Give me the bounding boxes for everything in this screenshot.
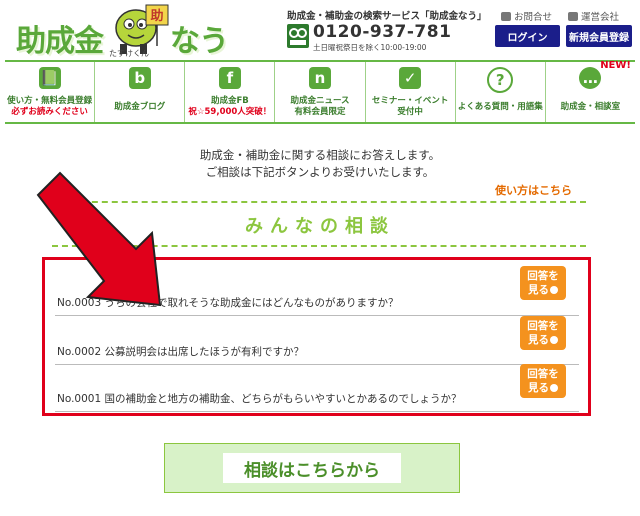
register-button[interactable]: 新規会員登録 xyxy=(566,25,632,47)
consultation-question: No.0002 公募説明会は出席したほうが有利ですか？ xyxy=(57,346,304,358)
book-icon: 📗 xyxy=(38,67,61,89)
nav-item-news[interactable]: n 助成金ニュース 有料会員限定 xyxy=(275,62,366,122)
consultation-question: No.0001 国の補助金と地方の補助金、どちらがもらいやすいとかあるのでしょう… xyxy=(57,393,462,405)
site-tagline: 助成金・補助金の検索サービス「助成金なう」 xyxy=(287,11,487,22)
site-header: 助成金 助 たすけくん なう 助成金・補助金の検索サービス「助成金なう」 012… xyxy=(0,0,640,59)
intro-line-1: 助成金・補助金に関する相談にお答えします。 xyxy=(199,148,441,162)
consult-cta[interactable]: 相談はこちらから xyxy=(164,443,460,493)
nav-item-facebook[interactable]: f 助成金FB 祝☆59,000人突破！ xyxy=(185,62,276,122)
new-badge: NEW! xyxy=(600,60,631,71)
view-answer-button[interactable]: 回答を 見る xyxy=(520,316,566,350)
contact-link[interactable]: お問合せ xyxy=(501,9,552,23)
chat-icon xyxy=(550,336,558,344)
howto-link[interactable]: 使い方はこちら xyxy=(495,182,572,198)
facebook-icon: f xyxy=(218,67,241,89)
nav-item-faq[interactable]: ? よくある質問・用語集 xyxy=(456,62,546,122)
mascot-name: たすけくん xyxy=(109,49,149,58)
nav-item-blog[interactable]: b 助成金ブログ xyxy=(95,62,186,122)
free-dial-icon xyxy=(287,24,309,48)
chat-icon xyxy=(550,286,558,294)
seminar-icon: ✓ xyxy=(399,67,422,89)
site-logo[interactable]: 助成金 助 たすけくん なう xyxy=(14,4,284,59)
blog-icon: b xyxy=(128,67,151,89)
consult-cta-label: 相談はこちらから xyxy=(223,453,401,483)
building-icon xyxy=(568,11,578,21)
news-icon: n xyxy=(308,67,331,89)
login-button[interactable]: ログイン xyxy=(495,25,560,47)
view-answer-button[interactable]: 回答を 見る xyxy=(520,266,566,300)
logo-text-right: なう xyxy=(170,24,229,59)
red-arrow-icon xyxy=(36,171,162,307)
phone-number: 0120-937-781 xyxy=(313,22,452,42)
phone-hours: 土日曜祝祭日を除く10:00-19:00 xyxy=(313,43,427,52)
logo-text-left: 助成金 xyxy=(16,24,104,59)
view-answer-button[interactable]: 回答を 見る xyxy=(520,364,566,398)
company-link[interactable]: 運営会社 xyxy=(568,9,619,23)
chat-bubble-icon: … xyxy=(579,67,602,89)
question-icon: ? xyxy=(487,67,514,93)
nav-item-seminar[interactable]: ✓ セミナー・イベント 受付中 xyxy=(366,62,456,122)
list-item[interactable]: No.0001 国の補助金と地方の補助金、どちらがもらいやすいとかあるのでしょう… xyxy=(55,383,579,412)
nav-item-consultation[interactable]: NEW! … 助成金・相談室 xyxy=(546,60,635,122)
mascot-tag: 助 xyxy=(150,8,163,24)
nav-item-guide[interactable]: 📗 使い方・無料会員登録 必ずお読みください xyxy=(5,62,96,122)
list-item[interactable]: No.0002 公募説明会は出席したほうが有利ですか？ xyxy=(55,336,579,365)
main-nav: 📗 使い方・無料会員登録 必ずお読みください b 助成金ブログ f 助成金FB 祝☆… xyxy=(5,60,635,124)
chat-icon xyxy=(550,384,558,392)
phone-icon xyxy=(501,11,511,21)
